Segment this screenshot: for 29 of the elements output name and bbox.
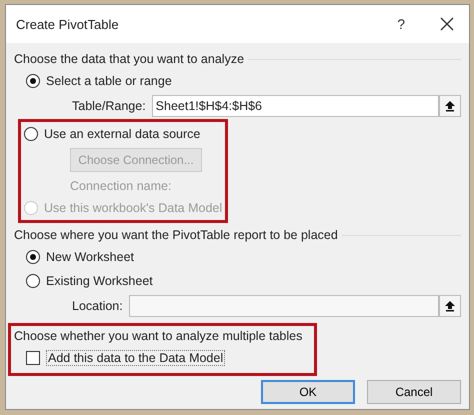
radio-button[interactable] xyxy=(26,274,40,288)
radio-button[interactable] xyxy=(26,74,40,88)
text-field[interactable]: Sheet1!$H$4:$H$6 xyxy=(152,95,439,117)
upload-arrow-icon xyxy=(444,300,456,312)
section-heading: Choose where you want the PivotTable report to be placed xyxy=(14,228,338,242)
range-picker-button[interactable] xyxy=(439,95,461,117)
close-icon[interactable] xyxy=(439,16,455,32)
field-label: Location: xyxy=(72,299,123,313)
connection-name-label: Connection name: xyxy=(69,178,172,195)
radio-label: New Worksheet xyxy=(46,250,134,264)
dialog-button[interactable]: Cancel xyxy=(367,380,461,404)
radio-label: Existing Worksheet xyxy=(46,274,153,288)
window-title: Create PivotTable xyxy=(16,16,120,32)
upload-arrow-icon xyxy=(444,100,456,112)
range-picker-button[interactable] xyxy=(439,295,461,317)
section-heading: Choose whether you want to analyze multiple tables xyxy=(14,329,302,343)
radio-label: Use an external data source xyxy=(44,127,200,141)
radio-label: Select a table or range xyxy=(46,74,172,88)
field-label: Table/Range: xyxy=(72,99,146,113)
radio-button[interactable] xyxy=(26,250,40,264)
text-field[interactable] xyxy=(128,295,439,317)
checkbox-label: Add this data to the Data Model xyxy=(46,350,226,366)
choose-connection-button: Choose Connection... xyxy=(70,148,202,172)
radio-label: Use this workbook's Data Model xyxy=(44,201,222,215)
dialog-button[interactable]: OK xyxy=(261,380,355,404)
section-heading: Choose the data that you want to analyze xyxy=(14,52,244,66)
help-button[interactable]: ? xyxy=(397,16,405,32)
checkbox[interactable] xyxy=(26,351,40,365)
radio-button[interactable] xyxy=(24,127,38,141)
